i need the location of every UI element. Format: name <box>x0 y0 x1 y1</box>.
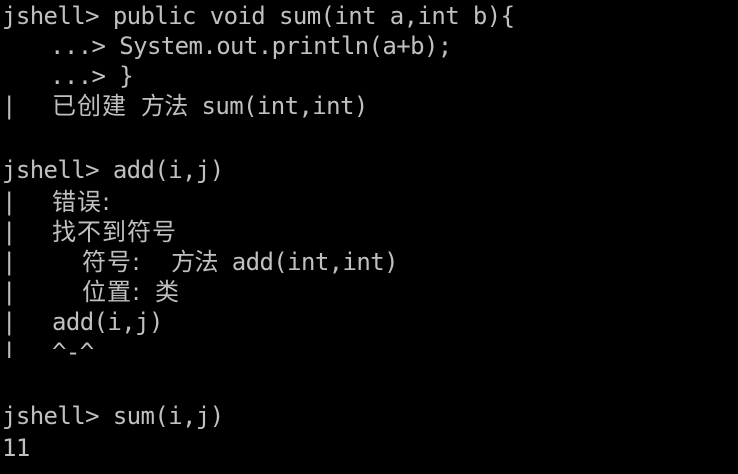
jshell-prompt: jshell> <box>2 2 100 30</box>
output-pipe: | <box>2 308 16 336</box>
symbol-label: 符号: <box>82 248 142 276</box>
error-marker: ^-^ <box>52 338 94 358</box>
terminal-line: | 位置: 类 <box>2 276 738 306</box>
error-code: add(i,j) <box>52 308 163 336</box>
error-message: 找不到符号 <box>52 218 177 246</box>
jshell-prompt: jshell> <box>2 402 100 430</box>
output-label: 已创建 <box>52 92 127 120</box>
terminal-line: ...> } <box>2 60 738 90</box>
terminal-line: | 找不到符号 <box>2 216 738 246</box>
continuation-prompt: ...> <box>50 62 106 90</box>
terminal-line: ...> System.out.println(a+b); <box>2 30 738 60</box>
output-pipe: | <box>2 248 16 276</box>
command-text: add(i,j) <box>112 156 224 184</box>
terminal-line: jshell> sum(i,j) <box>2 400 738 432</box>
terminal-line: | ^-^ <box>2 336 738 358</box>
terminal-window[interactable]: jshell> public void sum(int a,int b){ ..… <box>0 0 738 474</box>
location-label: 位置: <box>82 278 142 306</box>
output-text: 方法 sum(int,int) <box>140 92 368 120</box>
terminal-line: | 符号: 方法 add(int,int) <box>2 246 738 276</box>
output-pipe: | <box>2 188 16 216</box>
command-text: public void sum(int a,int b){ <box>112 2 515 30</box>
terminal-line: 11 <box>2 432 738 464</box>
output-pipe: | <box>2 278 16 306</box>
terminal-line: jshell> add(i,j) <box>2 154 738 186</box>
error-title: 错误: <box>52 188 112 216</box>
output-pipe: | <box>2 92 16 120</box>
symbol-value: 方法 add(int,int) <box>171 248 398 276</box>
command-text: } <box>119 62 134 90</box>
terminal-line: | add(i,j) <box>2 306 738 336</box>
terminal-line: | 已创建 方法 sum(int,int) <box>2 90 738 122</box>
terminal-line: | 错误: <box>2 186 738 216</box>
jshell-prompt: jshell> <box>2 156 100 184</box>
location-value: 类 <box>154 278 180 306</box>
terminal-line: jshell> public void sum(int a,int b){ <box>2 0 738 30</box>
continuation-prompt: ...> <box>50 32 106 60</box>
command-text: sum(i,j) <box>112 402 224 430</box>
result-output: 11 <box>2 434 30 462</box>
output-pipe: | <box>2 218 16 246</box>
output-pipe: | <box>2 338 16 358</box>
command-text: System.out.println(a+b); <box>119 32 452 60</box>
